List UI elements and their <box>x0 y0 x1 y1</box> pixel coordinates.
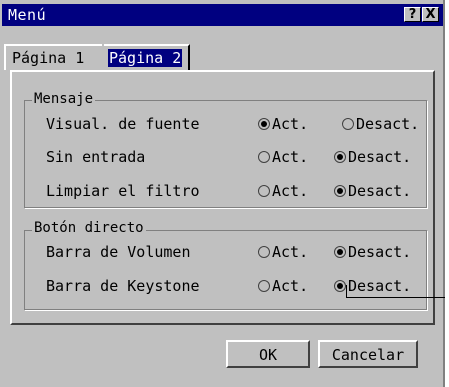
group-label-mensaje: Mensaje <box>32 91 96 107</box>
cancel-button[interactable]: Cancelar <box>318 340 418 368</box>
row-label-limpiar-el-filtro: Limpiar el filtro <box>46 182 200 200</box>
tab-pagina-1[interactable]: Página 1 <box>4 44 102 70</box>
row-label-visual-de-fuente: Visual. de fuente <box>46 115 200 133</box>
callout-line <box>346 285 347 297</box>
close-button[interactable]: X <box>422 7 439 22</box>
option-label: Desact. <box>356 115 420 133</box>
row-label-sin-entrada: Sin entrada <box>46 148 146 166</box>
radio-unchecked-icon <box>258 185 270 197</box>
group-boton-directo <box>24 230 427 310</box>
row-label-barra-de-volumen: Barra de Volumen <box>46 243 191 261</box>
option-label: Act. <box>272 182 309 200</box>
radio-barra-de-volumen-desact[interactable]: Desact. <box>334 243 411 261</box>
radio-unchecked-icon <box>342 118 354 130</box>
radio-limpiar-el-filtro-act[interactable]: Act. <box>258 182 308 200</box>
option-label: Desact. <box>348 277 412 295</box>
radio-unchecked-icon <box>258 280 270 292</box>
title-bar: Menú ? X <box>2 4 443 26</box>
tab-label: Página 1 <box>12 49 85 67</box>
help-button[interactable]: ? <box>404 7 421 22</box>
radio-checked-icon <box>334 185 346 197</box>
row-label-barra-de-keystone: Barra de Keystone <box>46 277 200 295</box>
radio-barra-de-volumen-act[interactable]: Act. <box>258 243 308 261</box>
option-label: Desact. <box>348 182 412 200</box>
radio-checked-icon <box>334 151 346 163</box>
option-label: Act. <box>272 115 309 133</box>
radio-checked-icon <box>258 118 270 130</box>
group-label-boton-directo: Botón directo <box>32 220 146 236</box>
tab-pagina-2[interactable]: Página 2 <box>104 44 190 70</box>
option-label: Desact. <box>348 148 412 166</box>
radio-checked-icon <box>334 246 346 258</box>
menu-dialog: Menú ? X Página 1 Página 2 Mensaje Visua… <box>0 0 445 387</box>
option-label: Act. <box>272 277 309 295</box>
radio-sin-entrada-desact[interactable]: Desact. <box>334 148 411 166</box>
radio-barra-de-keystone-act[interactable]: Act. <box>258 277 308 295</box>
option-label: Desact. <box>348 243 412 261</box>
radio-unchecked-icon <box>258 246 270 258</box>
option-label: Act. <box>272 148 309 166</box>
option-label: Act. <box>272 243 309 261</box>
radio-checked-icon <box>334 280 346 292</box>
radio-unchecked-icon <box>258 151 270 163</box>
radio-sin-entrada-act[interactable]: Act. <box>258 148 308 166</box>
radio-limpiar-el-filtro-desact[interactable]: Desact. <box>334 182 411 200</box>
ok-button[interactable]: OK <box>226 340 310 368</box>
window-title: Menú <box>8 6 47 24</box>
radio-visual-de-fuente-desact[interactable]: Desact. <box>342 115 419 133</box>
callout-line <box>346 297 445 298</box>
tab-label: Página 2 <box>108 49 183 67</box>
radio-visual-de-fuente-act[interactable]: Act. <box>258 115 308 133</box>
